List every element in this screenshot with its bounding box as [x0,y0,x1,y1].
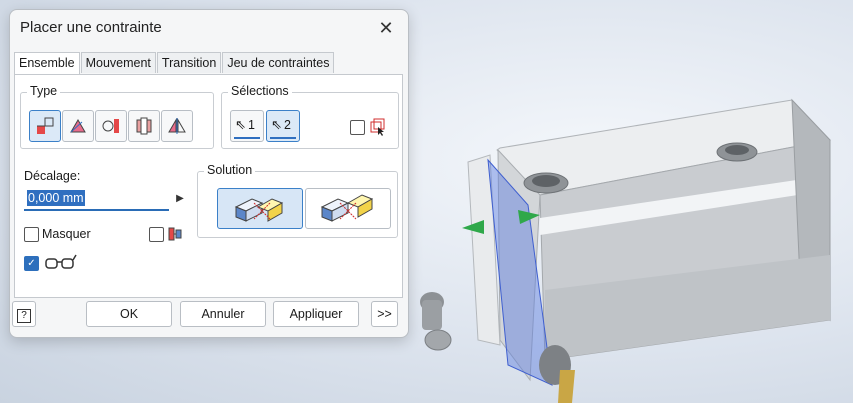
more-button[interactable]: >> [371,301,398,327]
close-icon[interactable]: ✕ [374,16,398,40]
angle-constraint-button[interactable] [62,110,94,142]
tab-bar: Ensemble Mouvement Transition Jeu de con… [14,52,335,75]
place-constraint-dialog: Placer une contrainte ✕ Ensemble Mouveme… [9,9,409,338]
solution-mate-icon [234,198,284,222]
help-button[interactable]: ? [12,301,36,327]
cursor-arrow-icon: ⇖ [235,117,246,132]
type-legend: Type [27,84,61,98]
tab-panel: Type Sélections ⇖ 1 ⇖ 2 Décalage: 0,000 … [14,74,403,298]
ok-button[interactable]: OK [86,301,172,327]
limits-checkbox[interactable] [149,227,164,242]
help-icon: ? [17,309,31,323]
cursor-arrow-icon: ⇖ [271,117,282,132]
cancel-button[interactable]: Annuler [180,301,266,327]
offset-arrow-icon[interactable]: ▶ [172,190,188,208]
selection-2-button[interactable]: ⇖ 2 [266,110,300,142]
mate-constraint-icon [37,117,54,134]
part-first-icon [370,118,385,136]
type-group: Type [20,84,214,149]
tab-ensemble[interactable]: Ensemble [14,52,80,75]
selection-2-label: 2 [284,118,291,132]
insert-constraint-button[interactable] [128,110,160,142]
apply-button[interactable]: Appliquer [273,301,359,327]
tab-transition[interactable]: Transition [156,52,222,73]
solution-mate-button[interactable] [217,188,303,229]
selection-2-color-bar [270,137,296,139]
screw-part [420,292,452,351]
angle-constraint-icon [70,119,86,133]
glasses-icon [45,254,77,269]
offset-label: Décalage: [24,169,81,183]
tangent-constraint-icon [102,119,119,133]
selections-group: Sélections ⇖ 1 ⇖ 2 [221,84,399,149]
symmetry-constraint-button[interactable] [161,110,193,142]
selections-legend: Sélections [228,84,292,98]
offset-value: 0,000 mm [27,190,85,206]
solution-group: Solution [197,163,398,238]
hide-label: Masquer [42,227,91,241]
tab-jeu-de-contraintes[interactable]: Jeu de contraintes [222,52,335,73]
tangent-constraint-button[interactable] [95,110,127,142]
tab-mouvement[interactable]: Mouvement [80,52,156,73]
dialog-title: Placer une contrainte [20,19,162,36]
selection-1-button[interactable]: ⇖ 1 [230,110,264,142]
selection-1-color-bar [234,137,260,139]
selection-1-label: 1 [248,118,255,132]
solution-legend: Solution [204,163,256,177]
first-selection-prioritize-checkbox[interactable] [350,120,365,135]
offset-input[interactable]: 0,000 mm [24,188,169,211]
symmetry-constraint-icon [168,118,186,134]
preview-checkbox[interactable]: ✓ [24,256,39,271]
mate-constraint-button[interactable] [29,110,61,142]
hide-checkbox[interactable] [24,227,39,242]
solution-flush-button[interactable] [305,188,391,229]
limits-icon [168,227,182,241]
solution-flush-icon [320,194,374,222]
insert-constraint-icon [136,117,152,135]
